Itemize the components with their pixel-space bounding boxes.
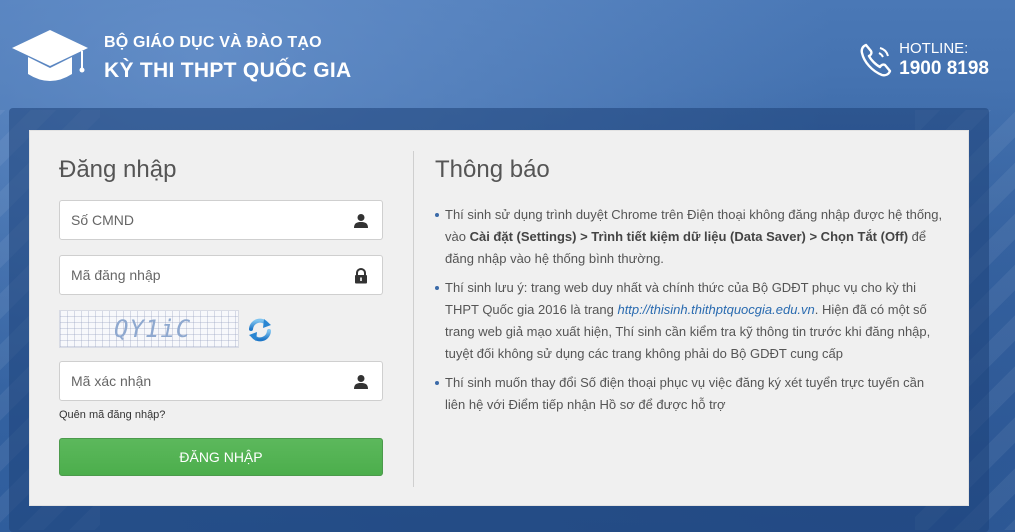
ministry-name: BỘ GIÁO DỤC VÀ ĐÀO TẠO [104,34,322,51]
lock-icon [355,268,367,284]
refresh-icon[interactable] [246,316,274,344]
exam-name: KỲ THI THPT QUỐC GIA [104,59,352,82]
notice-section: Thông báo Thí sinh sử dụng trình duyệt C… [435,156,945,423]
main-panel: Đăng nhập QY1iC [29,130,969,506]
login-code-field [59,255,383,295]
login-button[interactable]: ĐĂNG NHẬP [59,438,383,476]
site-header: BỘ GIÁO DỤC VÀ ĐÀO TẠO KỲ THI THPT QUỐC … [0,0,1015,108]
notice-item: Thí sinh lưu ý: trang web duy nhất và ch… [435,277,945,365]
organization-name: BỘ GIÁO DỤC VÀ ĐÀO TẠO KỲ THI THPT QUỐC … [104,34,352,83]
id-number-field [59,200,383,240]
captcha-text: QY1iC [114,315,192,343]
notice-highlight: Cài đặt (Settings) > Trình tiết kiệm dữ … [469,229,909,244]
column-divider [413,151,414,487]
user-icon [354,375,368,389]
login-code-input[interactable] [60,256,382,294]
notice-text: Thí sinh muốn thay đổi Số điện thoại phụ… [445,375,925,412]
login-title: Đăng nhập [59,156,177,183]
login-form: Đăng nhập QY1iC [59,156,385,476]
graduation-cap-icon [12,30,88,81]
confirm-code-input[interactable] [60,362,382,400]
hotline-number: 1900 8198 [899,58,989,79]
captcha-image: QY1iC [59,310,239,348]
notice-item: Thí sinh sử dụng trình duyệt Chrome trên… [435,204,945,270]
confirm-code-field [59,361,383,401]
phone-icon [860,43,892,77]
notice-item: Thí sinh muốn thay đổi Số điện thoại phụ… [435,372,945,416]
id-number-input[interactable] [60,201,382,239]
captcha-row: QY1iC [59,310,385,352]
forgot-code-link[interactable]: Quên mã đăng nhập? [59,409,165,421]
official-site-link[interactable]: http://thisinh.thithptquocgia.edu.vn [617,302,814,317]
hotline: HOTLINE: 1900 8198 [860,40,989,80]
hotline-label: HOTLINE: [899,40,969,57]
notice-title: Thông báo [435,156,550,183]
user-icon [354,214,368,228]
notice-list: Thí sinh sử dụng trình duyệt Chrome trên… [435,204,945,416]
